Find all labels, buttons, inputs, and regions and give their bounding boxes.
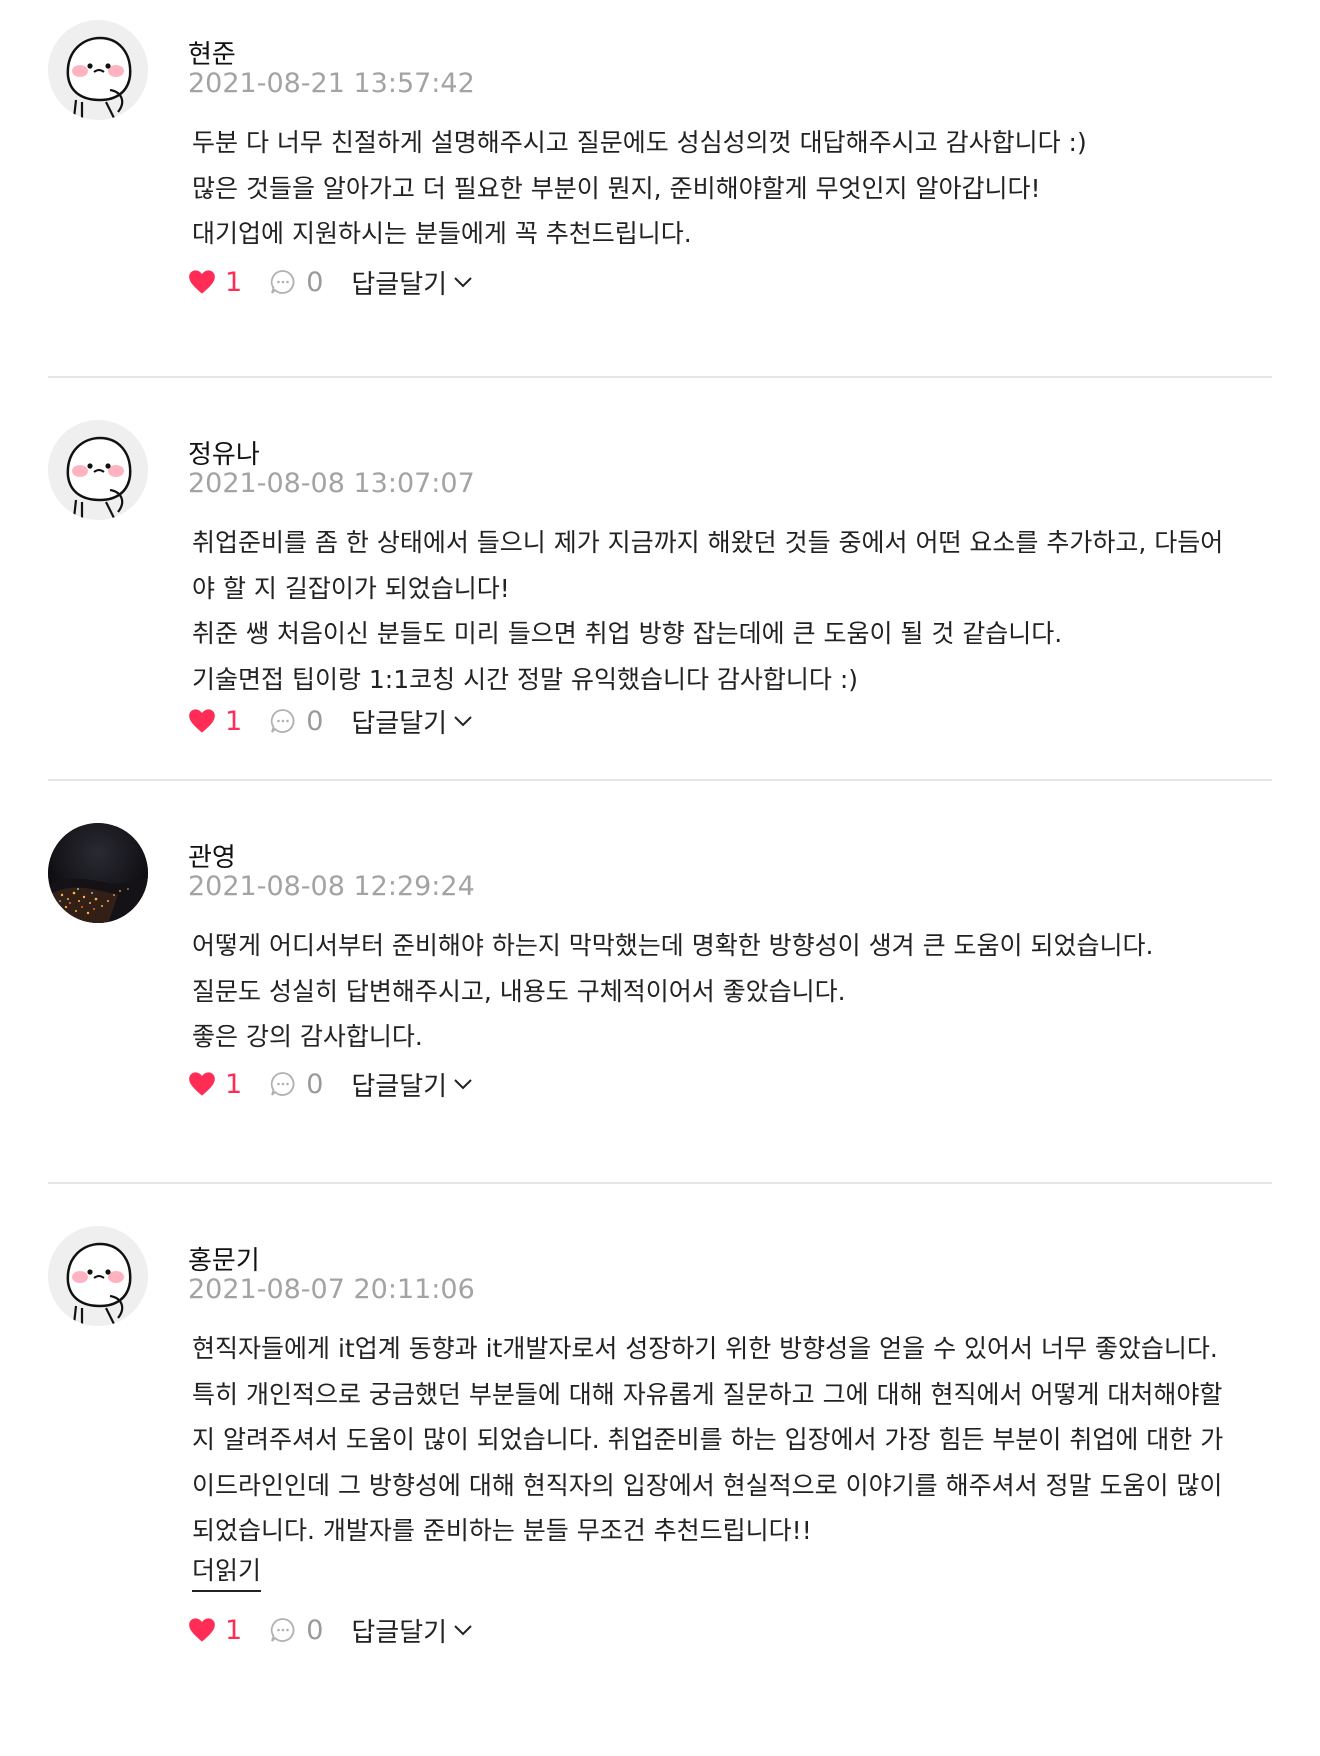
like-count: 1 (225, 1068, 243, 1100)
review-item: 정유나 2021-08-08 13:07:07 취업준비를 좀 한 상태에서 들… (48, 378, 1272, 781)
heart-icon (189, 1618, 215, 1642)
review-author: 현준 (188, 40, 236, 70)
reply-toggle[interactable]: 답글달기 (351, 264, 473, 301)
review-date: 2021-08-07 20:11:06 (188, 1274, 475, 1305)
review-line: 좋은 강의 감사합니다. (192, 1022, 423, 1051)
review-line: 되었습니다. 개발자를 준비하는 분들 무조건 추천드립니다!! (192, 1516, 812, 1545)
like-button[interactable]: 1 (188, 267, 242, 298)
comment-count: 0 (306, 705, 324, 737)
review-line: 취업준비를 좀 한 상태에서 들으니 제가 지금까지 해왔던 것들 중에서 어떤… (192, 528, 1224, 557)
review-date: 2021-08-08 12:29:24 (188, 871, 475, 902)
review-date: 2021-08-08 13:07:07 (188, 468, 475, 499)
review-item: 현준 2021-08-21 13:57:42 두분 다 너무 친절하게 설명해주… (48, 0, 1272, 378)
reply-label: 답글달기 (351, 708, 448, 739)
comment-button[interactable]: 0 (270, 267, 323, 298)
comment-count: 0 (306, 1614, 324, 1646)
review-actions: 1 0 답글달기 (188, 1610, 473, 1650)
like-count: 1 (225, 1614, 243, 1646)
comment-bubble-icon (271, 1072, 295, 1096)
like-count: 1 (225, 266, 243, 298)
review-actions: 1 0 답글달기 (188, 1064, 473, 1104)
review-item: 홍문기 2021-08-07 20:11:06 현직자들에게 it업계 동향과 … (48, 1184, 1272, 1714)
avatar (48, 420, 148, 520)
review-actions: 1 0 답글달기 (188, 262, 473, 302)
review-line: 대기업에 지원하시는 분들에게 꼭 추천드립니다. (192, 219, 692, 248)
comment-bubble-icon (271, 1618, 295, 1642)
avatar (48, 20, 148, 120)
read-more-link[interactable]: 더읽기 (192, 1554, 262, 1592)
night-city-photo-icon (48, 823, 148, 923)
comment-count: 0 (306, 1068, 324, 1100)
avatar (48, 823, 148, 923)
review-line: 두분 다 너무 친절하게 설명해주시고 질문에도 성심성의껏 대답해주시고 감사… (192, 128, 1087, 157)
review-author: 정유나 (188, 440, 260, 470)
review-date: 2021-08-21 13:57:42 (188, 68, 475, 99)
reply-toggle[interactable]: 답글달기 (351, 703, 473, 740)
review-actions: 1 0 답글달기 (188, 701, 473, 741)
review-body: 현직자들에게 it업계 동향과 it개발자로서 성장하기 위한 방향성을 얻을 … (192, 1326, 1282, 1554)
review-author: 관영 (188, 843, 236, 873)
comment-button[interactable]: 0 (270, 1615, 323, 1646)
review-line: 많은 것들을 알아가고 더 필요한 부분이 뭔지, 준비해야할게 무엇인지 알아… (192, 173, 1041, 203)
heart-icon (189, 1072, 215, 1096)
review-body: 두분 다 너무 친절하게 설명해주시고 질문에도 성심성의껏 대답해주시고 감사… (192, 120, 1282, 257)
review-line: 어떻게 어디서부터 준비해야 하는지 막막했는데 명확한 방향성이 생겨 큰 도… (192, 931, 1154, 960)
reply-toggle[interactable]: 답글달기 (351, 1612, 473, 1649)
review-line: 질문도 성실히 답변해주시고, 내용도 구체적이어서 좋았습니다. (192, 976, 846, 1006)
heart-icon (189, 709, 215, 733)
review-line: 이드라인인데 그 방향성에 대해 현직자의 입장에서 현실적으로 이야기를 해주… (192, 1470, 1223, 1500)
chevron-down-icon (454, 716, 472, 727)
review-item: 관영 2021-08-08 12:29:24 어떻게 어디서부터 준비해야 하는… (48, 781, 1272, 1184)
review-line: 야 할 지 길잡이가 되었습니다! (192, 573, 510, 603)
reply-label: 답글달기 (351, 269, 448, 300)
comment-count: 0 (306, 266, 324, 298)
heart-icon (189, 270, 215, 294)
review-line: 현직자들에게 it업계 동향과 it개발자로서 성장하기 위한 방향성을 얻을 … (192, 1334, 1218, 1363)
like-button[interactable]: 1 (188, 706, 242, 737)
chevron-down-icon (454, 1625, 472, 1636)
character-avatar-icon (48, 20, 148, 120)
character-avatar-icon (48, 1226, 148, 1326)
review-body: 어떻게 어디서부터 준비해야 하는지 막막했는데 명확한 방향성이 생겨 큰 도… (192, 923, 1282, 1060)
review-list: 현준 2021-08-21 13:57:42 두분 다 너무 친절하게 설명해주… (48, 0, 1272, 1714)
reply-toggle[interactable]: 답글달기 (351, 1066, 473, 1103)
review-line: 지 알려주셔서 도움이 많이 되었습니다. 취업준비를 하는 입장에서 가장 힘… (192, 1425, 1224, 1454)
comment-button[interactable]: 0 (270, 706, 323, 737)
comment-bubble-icon (271, 709, 295, 733)
like-button[interactable]: 1 (188, 1615, 242, 1646)
review-body: 취업준비를 좀 한 상태에서 들으니 제가 지금까지 해왔던 것들 중에서 어떤… (192, 520, 1282, 702)
character-avatar-icon (48, 420, 148, 520)
review-line: 특히 개인적으로 궁금했던 부분들에 대해 자유롭게 질문하고 그에 대해 현직… (192, 1379, 1223, 1409)
reply-label: 답글달기 (351, 1071, 448, 1102)
review-line: 취준 쌩 처음이신 분들도 미리 들으면 취업 방향 잡는데에 큰 도움이 될 … (192, 619, 1063, 648)
avatar (48, 1226, 148, 1326)
like-count: 1 (225, 705, 243, 737)
review-author: 홍문기 (188, 1246, 260, 1276)
reply-label: 답글달기 (351, 1617, 448, 1648)
chevron-down-icon (454, 1079, 472, 1090)
comment-bubble-icon (271, 270, 295, 294)
like-button[interactable]: 1 (188, 1069, 242, 1100)
review-line: 기술면접 팁이랑 1:1코칭 시간 정말 유익했습니다 감사합니다 :) (192, 664, 859, 694)
chevron-down-icon (454, 277, 472, 288)
comment-button[interactable]: 0 (270, 1069, 323, 1100)
